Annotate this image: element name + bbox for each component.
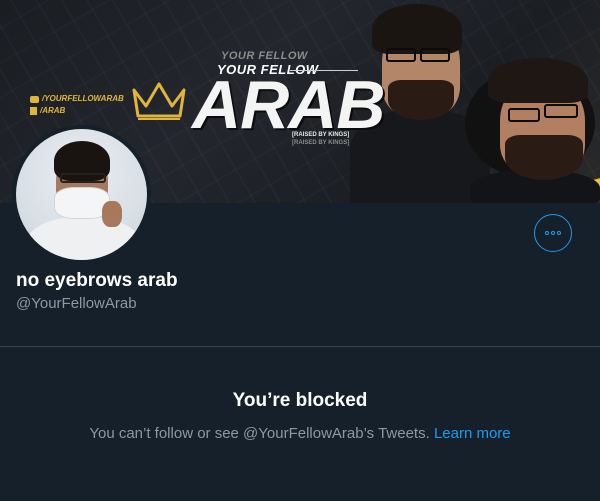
banner-glasses (508, 108, 540, 122)
more-options-button[interactable] (534, 214, 572, 252)
learn-more-link[interactable]: Learn more (434, 425, 511, 442)
banner-subtitle: [RAISED BY KINGS] (292, 132, 350, 138)
banner-person-right-hair (488, 58, 588, 103)
avatar-glasses (60, 173, 106, 183)
blocked-message-text: You can’t follow or see @YourFellowArab’… (89, 425, 434, 442)
profile-handle: @YourFellowArab (16, 295, 137, 312)
profile-page: YOUR FELLOW YOUR FELLOW ARAB [RAISED BY … (0, 0, 600, 501)
divider (0, 346, 600, 347)
banner-youtube-text: /YOURFELLOWARAB (42, 94, 124, 103)
banner-glasses (544, 104, 578, 118)
blocked-title: You’re blocked (232, 390, 368, 411)
banner-person-left-hair (372, 4, 462, 54)
avatar-hand (102, 201, 122, 227)
youtube-icon (30, 95, 39, 103)
more-horizontal-icon (557, 231, 561, 235)
banner-title: ARAB (192, 67, 385, 143)
banner-person-left-beard (388, 80, 454, 120)
crown-icon (132, 82, 186, 120)
more-horizontal-icon (551, 231, 555, 235)
avatar-body (26, 217, 141, 260)
banner-twitch-text: /ARAB (40, 106, 66, 115)
profile-display-name: no eyebrows arab (16, 270, 178, 291)
banner-small-text: YOUR FELLOW (221, 50, 308, 62)
banner-person-right-beard (505, 135, 583, 180)
banner-subtitle: [RAISED BY KINGS] (292, 140, 350, 146)
more-horizontal-icon (545, 231, 549, 235)
avatar[interactable] (12, 125, 151, 264)
banner-social-links: /YOURFELLOWARAB /ARAB (30, 93, 124, 117)
banner-glasses (420, 48, 450, 62)
banner-glasses (386, 48, 416, 62)
twitch-icon (30, 107, 37, 115)
blocked-message: You can’t follow or see @YourFellowArab’… (0, 425, 600, 442)
